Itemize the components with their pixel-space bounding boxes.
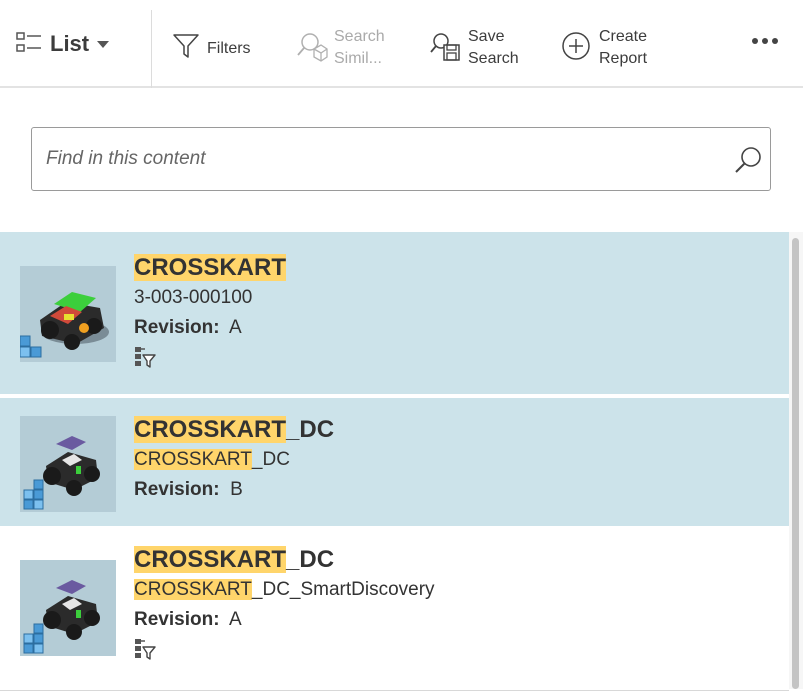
more-options-icon[interactable] — [752, 38, 778, 44]
find-in-content-field — [31, 127, 771, 191]
filters-label: Filters — [207, 39, 251, 57]
crosskart-dc-model-image — [43, 580, 100, 640]
find-in-content-input[interactable] — [32, 128, 712, 190]
result-item[interactable]: CROSSKART_DC CROSSKART_DC Revision: B — [0, 398, 789, 526]
product-thumbnail — [20, 416, 116, 512]
view-selector-label: List — [50, 31, 90, 56]
result-id: 3-003-000100 — [134, 287, 253, 308]
result-info: CROSSKART_DC CROSSKART_DC Revision: B — [134, 414, 334, 506]
scrollbar-thumb[interactable] — [792, 238, 799, 689]
search-icon[interactable] — [732, 144, 764, 181]
crosskart-dc-model-image — [43, 436, 100, 496]
save-search-label: Save Search — [468, 28, 519, 67]
result-title: CROSSKART_DC — [134, 546, 335, 573]
search-similar-button[interactable]: Search Simil... — [296, 26, 385, 70]
filters-button[interactable]: Filters — [171, 31, 251, 66]
product-thumbnail — [19, 266, 116, 362]
result-item[interactable]: CROSSKART 3-003-000100 Revision: A — [0, 232, 789, 394]
add-circle-icon — [559, 29, 593, 68]
result-revision: Revision: A — [134, 317, 242, 338]
list-view-icon — [16, 30, 42, 59]
toolbar-divider — [151, 10, 152, 88]
crosskart-model-image — [40, 292, 109, 350]
result-title: CROSSKART — [134, 254, 287, 281]
assembly-icon — [23, 479, 44, 510]
filter-icon — [171, 31, 201, 66]
result-title: CROSSKART_DC — [134, 416, 335, 443]
create-report-button[interactable]: Create Report — [559, 26, 647, 70]
result-revision: Revision: B — [134, 479, 243, 500]
structure-filter-icon — [134, 346, 286, 373]
result-id: CROSSKART_DC — [134, 449, 290, 470]
result-revision: Revision: A — [134, 609, 242, 630]
result-item[interactable]: CROSSKART_DC CROSSKART_DC_SmartDiscovery… — [0, 526, 789, 691]
results-list: CROSSKART 3-003-000100 Revision: A CROSS… — [0, 232, 789, 691]
structure-filter-icon — [134, 638, 435, 665]
assembly-icon — [23, 623, 44, 654]
search-similar-icon — [296, 29, 328, 68]
assembly-icon — [19, 335, 42, 358]
search-similar-label: Search Simil... — [334, 28, 385, 67]
result-id: CROSSKART_DC_SmartDiscovery — [134, 579, 435, 600]
results-scrollbar[interactable] — [789, 232, 803, 689]
toolbar: List Filters Search Simil... Save Search… — [0, 0, 803, 88]
view-selector-button[interactable]: List — [16, 26, 110, 62]
product-thumbnail — [20, 560, 116, 656]
save-search-icon — [430, 29, 462, 68]
result-info: CROSSKART_DC CROSSKART_DC_SmartDiscovery… — [134, 544, 435, 665]
save-search-button[interactable]: Save Search — [430, 26, 519, 70]
result-info: CROSSKART 3-003-000100 Revision: A — [134, 252, 287, 373]
chevron-down-icon — [97, 40, 110, 48]
create-report-label: Create Report — [599, 28, 648, 67]
